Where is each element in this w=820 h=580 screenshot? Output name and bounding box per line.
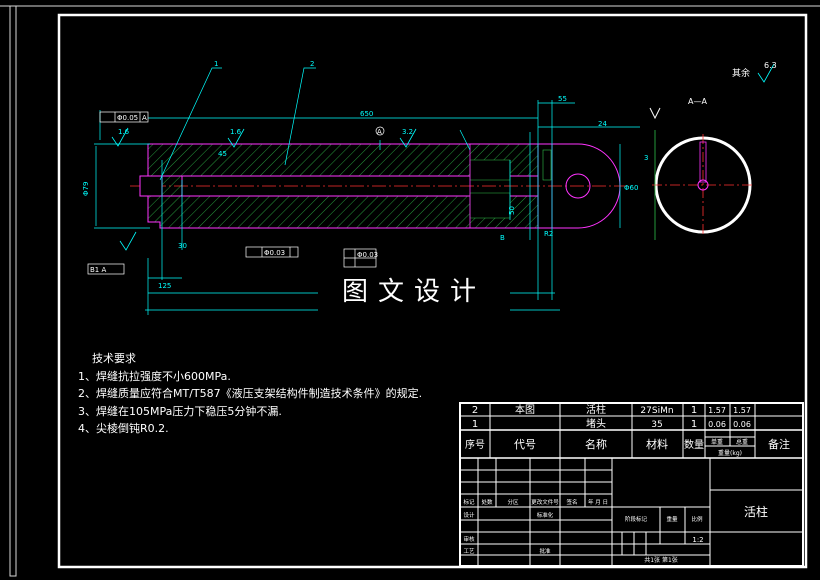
dim-50: 50: [508, 206, 516, 215]
datum-b: B: [500, 234, 505, 242]
row2-code: 本图: [515, 403, 535, 416]
header-qty: 数量: [684, 438, 704, 451]
title-block-text: 2 本图 活柱 27SiMn 1 1.57 1.57 1 堵头 35 1 0.0…: [463, 403, 790, 564]
title-block-lines: [459, 402, 804, 567]
label-design: 设计: [463, 511, 475, 519]
dim-125: 125: [158, 282, 171, 290]
tech-item-4: 4、尖棱倒钝R0.2.: [78, 422, 169, 435]
row1-qty: 1: [691, 419, 697, 430]
dim-30: 30: [178, 242, 187, 250]
dim-length: 650: [360, 110, 373, 118]
roughness-16b: 1.6: [230, 128, 242, 136]
row2-no: 2: [472, 405, 478, 416]
dim-phi79: Φ79: [82, 182, 90, 196]
datum-a: A: [377, 128, 382, 136]
header-name: 名称: [585, 437, 607, 451]
header-weight: 重量(kg): [718, 449, 742, 457]
roughness-16a: 1.6: [118, 128, 130, 136]
tol-value: Φ0.05: [117, 114, 138, 122]
tolerance-frames: [87, 111, 385, 275]
watermark-text: 图文设计: [318, 272, 510, 312]
header-code: 代号: [514, 438, 536, 451]
sheet-info: 共1张 第1张: [644, 556, 678, 564]
tech-item-3: 3、焊缝在105MPa压力下稳压5分钟不漏.: [78, 404, 282, 418]
row1-no: 1: [472, 419, 478, 430]
header-unit-weight: 单重: [711, 438, 723, 446]
label-change: 更改文件号: [531, 498, 559, 506]
header-total-weight: 总重: [736, 438, 748, 446]
callout-1: 1: [214, 60, 218, 68]
dim-phi60: Φ60: [624, 184, 638, 192]
dim-24: 24: [598, 120, 607, 128]
label-approve: 批准: [539, 547, 551, 555]
label-mark: 标记: [463, 498, 475, 506]
label-review: 审核: [463, 535, 475, 543]
label-stage: 阶段标记: [625, 515, 648, 523]
dim-55: 55: [558, 95, 567, 103]
tech-item-2: 2、焊缝质量应符合MT/T587《液压支架结构件制造技术条件》的规定.: [78, 387, 423, 400]
tol-flat: Φ0.03: [357, 251, 378, 259]
tol-ba: B1 A: [90, 266, 106, 274]
tech-item-1: 1、焊缝抗拉强度不小600MPa.: [78, 369, 231, 383]
header-no: 序号: [465, 438, 485, 451]
tol-ref: A: [142, 114, 147, 122]
dim-3: 3: [644, 154, 648, 162]
row1-name: 堵头: [586, 417, 606, 430]
roughness-value: 6.3: [764, 61, 777, 70]
tech-title: 技术要求: [92, 352, 136, 365]
row2-total-weight: 1.57: [733, 406, 751, 415]
row2-unit-weight: 1.57: [708, 406, 726, 415]
row1-unit-weight: 0.06: [708, 420, 726, 429]
left-margin-strip: [9, 5, 17, 577]
drawing-name: 活柱: [744, 504, 768, 519]
row1-total-weight: 0.06: [733, 420, 751, 429]
label-ratio: 比例: [691, 515, 703, 523]
label-std: 标准化: [537, 511, 554, 519]
roughness-32: 3.2: [402, 128, 413, 136]
callout-2: 2: [310, 60, 314, 68]
radius-r2: R2: [544, 230, 553, 238]
section-label: A—A: [688, 97, 707, 106]
section-aa-view: [649, 107, 754, 240]
row1-material: 35: [651, 420, 662, 430]
label-date: 年 月 日: [588, 498, 608, 506]
roughness-note: 其余: [732, 67, 750, 79]
row2-material: 27SiMn: [640, 406, 673, 416]
dim-45: 45: [218, 150, 227, 158]
header-material: 材料: [646, 437, 668, 451]
label-weight: 重量: [666, 515, 678, 523]
scale-value: 1:2: [692, 536, 703, 544]
label-count: 处数: [481, 498, 493, 506]
technical-requirements: 技术要求 1、焊缝抗拉强度不小600MPa. 2、焊缝质量应符合MT/T587《…: [78, 350, 458, 438]
tol-coaxial: Φ0.03: [264, 249, 285, 257]
header-remark: 备注: [768, 437, 790, 451]
label-zone: 分区: [507, 498, 519, 506]
row2-qty: 1: [691, 405, 697, 416]
row2-name: 活柱: [586, 403, 606, 416]
label-sign: 签名: [566, 498, 577, 506]
label-process: 工艺: [463, 548, 475, 555]
